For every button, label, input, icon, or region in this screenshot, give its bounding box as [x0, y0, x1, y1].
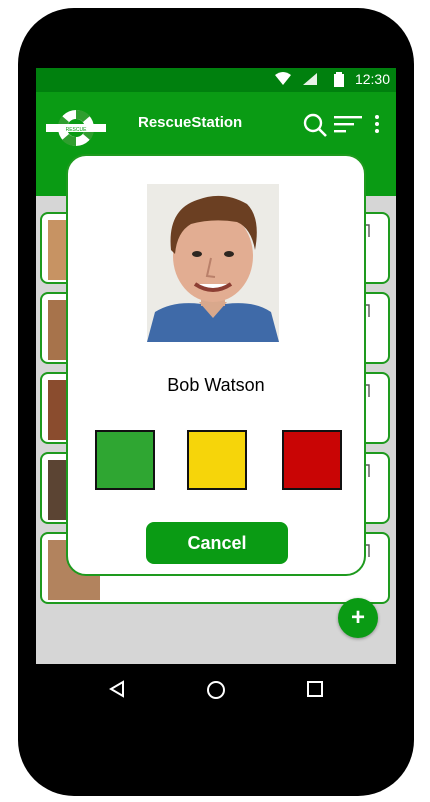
status-yellow-button[interactable]: [187, 430, 247, 490]
svg-text:RESCUE: RESCUE: [66, 127, 88, 133]
person-photo: [147, 184, 279, 342]
home-icon[interactable]: [206, 680, 226, 705]
recents-icon[interactable]: [307, 681, 323, 702]
battery-icon: [334, 72, 344, 90]
status-green-button[interactable]: [95, 430, 155, 490]
status-time: 12:30: [354, 71, 390, 87]
back-icon[interactable]: [108, 680, 126, 703]
app-title: RescueStation: [138, 114, 243, 131]
status-bar: 12:30: [36, 68, 396, 92]
status-red-button[interactable]: [282, 430, 342, 490]
signal-icon: [302, 72, 318, 89]
status-dialog: Bob Watson Cancel: [66, 154, 366, 576]
more-options-icon[interactable]: [374, 114, 380, 139]
sort-icon[interactable]: [334, 114, 362, 141]
rescue-station-logo: RESCUE: [46, 106, 106, 150]
wifi-icon: [274, 72, 292, 89]
add-button[interactable]: +: [338, 598, 378, 638]
person-name: Bob Watson: [167, 375, 265, 395]
cancel-button[interactable]: Cancel: [146, 522, 288, 564]
search-icon[interactable]: [302, 112, 328, 143]
app-screen: 12:30 RESCUE RescueStation + Bob Watson …: [36, 68, 396, 664]
system-nav-bar: [0, 664, 430, 714]
